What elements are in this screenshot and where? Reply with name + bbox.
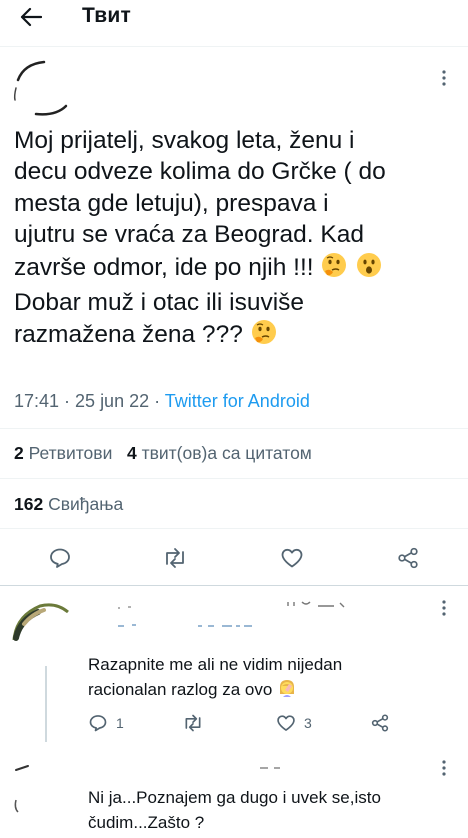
retweets-label: Ретвитови: [23, 443, 113, 463]
reply-icon[interactable]: [46, 544, 74, 572]
reply-text: Razapnite me ali ne vidim nijedan racion…: [88, 652, 448, 705]
stats-divider-mid: [0, 478, 468, 479]
reply-more-options-icon[interactable]: [434, 758, 454, 778]
tweet-timestamp: 17:41 · 25 jun 22 ·: [14, 391, 165, 411]
stats-divider-top: [0, 428, 468, 429]
header-divider: [0, 46, 468, 47]
likes-stat[interactable]: 162 Свиђања: [14, 494, 123, 515]
page-title: Твит: [82, 4, 131, 27]
quotes-label: твит(ов)а са цитатом: [136, 443, 312, 463]
thread-line: [45, 666, 47, 742]
reply-like-count: 3: [304, 715, 312, 731]
reply-author-avatar[interactable]: [10, 756, 72, 818]
quotes-count: 4: [126, 443, 137, 463]
thinking-face-icon: [250, 318, 278, 354]
reply-like-button[interactable]: 3: [276, 712, 312, 734]
reply-author-name[interactable]: [118, 600, 378, 612]
retweet-icon[interactable]: [161, 544, 189, 572]
reply-reply-count: 1: [116, 715, 124, 731]
retweet-quote-stats: 2 Ретвитови 4 твит(ов)а са цитатом: [14, 443, 312, 464]
retweets-count: 2: [14, 443, 24, 463]
thinking-face-icon: [320, 251, 348, 287]
tweet-text: Moj prijatelj, svakog leta, ženu i decu …: [14, 125, 459, 355]
likes-count: 162: [14, 494, 44, 514]
stats-divider-bottom: [0, 528, 468, 529]
tweet-source-link[interactable]: Twitter for Android: [165, 391, 310, 411]
reply-author-name[interactable]: [260, 762, 440, 774]
woman-facepalming-icon: [277, 678, 297, 705]
reply-retweet-button[interactable]: [182, 712, 204, 734]
likes-label: Свиђања: [43, 494, 124, 514]
replies-divider: [0, 585, 468, 586]
reply-retweet-icon: [185, 714, 201, 732]
retweets-stat[interactable]: 2 Ретвитови: [14, 443, 112, 463]
reply-like-icon: [277, 715, 295, 731]
reply-author-avatar[interactable]: [10, 596, 72, 658]
reply-reply-button[interactable]: 1: [88, 712, 124, 734]
reply-share-icon: [371, 714, 389, 732]
reply-text: Ni ja...Poznajem ga dugo i uvek se,isto …: [88, 788, 381, 832]
open-mouth-face-icon: [355, 251, 383, 287]
reply-more-options-icon[interactable]: [434, 598, 454, 618]
reply-comment-icon: [89, 715, 107, 732]
reply-to-handle[interactable]: [118, 620, 378, 632]
share-icon[interactable]: [394, 544, 422, 572]
back-arrow-icon[interactable]: [16, 4, 46, 30]
reply-share-button[interactable]: [370, 712, 390, 734]
reply-text-body: Razapnite me ali ne vidim nijedan racion…: [88, 655, 343, 699]
author-avatar[interactable]: [10, 58, 76, 124]
top-app-bar: Твит: [0, 0, 468, 40]
quotes-stat[interactable]: 4 твит(ов)а са цитатом: [127, 443, 312, 463]
like-icon[interactable]: [278, 544, 306, 572]
tweet-metadata: 17:41 · 25 jun 22 · Twitter for Android: [14, 391, 310, 412]
more-options-icon[interactable]: [434, 68, 454, 88]
